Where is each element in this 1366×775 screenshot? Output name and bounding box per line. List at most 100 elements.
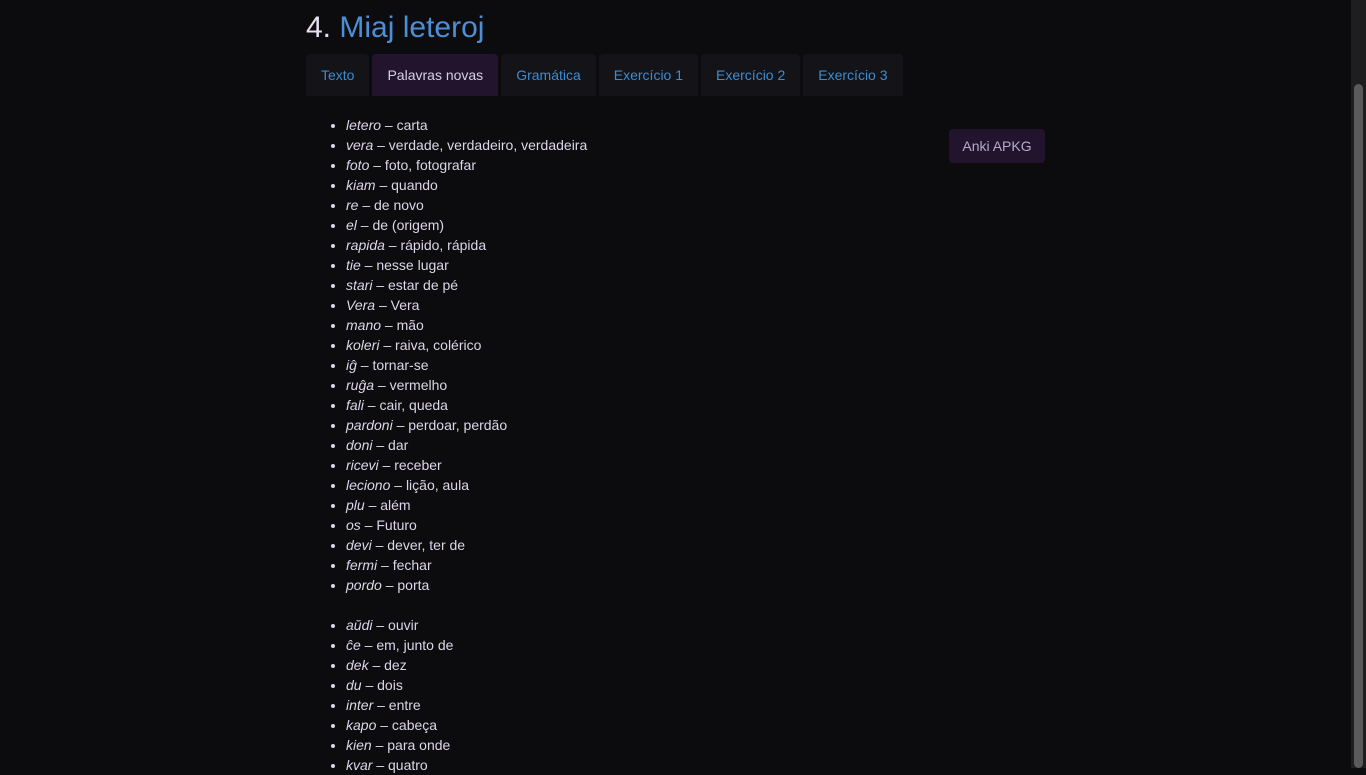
vocabulary-item: re – de novo <box>346 195 587 215</box>
vocabulary-word: mano <box>346 317 382 333</box>
vocabulary-word: ĉe <box>346 637 361 653</box>
vocabulary-translation: – fechar <box>377 557 432 573</box>
vocabulary-word: koleri <box>346 337 380 353</box>
vocabulary-word: ruĝa <box>346 377 375 393</box>
vocabulary-translation: – vermelho <box>374 377 448 393</box>
vocabulary-item: kvar – quatro <box>346 755 587 775</box>
vocabulary-item: Vera – Vera <box>346 295 587 315</box>
vocabulary-list-2: aŭdi – ouvirĉe – em, junto dedek – dezdu… <box>346 615 587 775</box>
tab-texto[interactable]: Texto <box>306 54 370 96</box>
lesson-number: 4. <box>306 11 332 44</box>
vocabulary-translation: – dez <box>368 657 407 673</box>
vocabulary-word: plu <box>346 497 365 513</box>
vocabulary-item: iĝ – tornar-se <box>346 355 587 375</box>
vocabulary-item: koleri – raiva, colérico <box>346 335 587 355</box>
vocabulary-word: foto <box>346 157 370 173</box>
vocabulary-word: stari <box>346 277 373 293</box>
tab-exercicio-3[interactable]: Exercício 3 <box>803 54 903 96</box>
vocabulary-item: rapida – rápido, rápida <box>346 235 587 255</box>
vocabulary-item: kapo – cabeça <box>346 715 587 735</box>
vocabulary-item: ĉe – em, junto de <box>346 635 587 655</box>
vocabulary-word: leciono <box>346 477 391 493</box>
vocabulary-item: ricevi – receber <box>346 455 587 475</box>
vocabulary-translation: – tornar-se <box>356 357 429 373</box>
tab-gramatica[interactable]: Gramática <box>501 54 596 96</box>
vocabulary-translation: – raiva, colérico <box>379 337 482 353</box>
vocabulary-item: vera – verdade, verdadeiro, verdadeira <box>346 135 587 155</box>
vocabulary-list-1: letero – cartavera – verdade, verdadeiro… <box>346 115 587 595</box>
tab-palavras-novas[interactable]: Palavras novas <box>372 54 499 96</box>
vocabulary-item: dek – dez <box>346 655 587 675</box>
vocabulary-word: el <box>346 217 357 233</box>
vocabulary-item: ruĝa – vermelho <box>346 375 587 395</box>
vocabulary-translation: – entre <box>373 697 421 713</box>
vocabulary-item: devi – dever, ter de <box>346 535 587 555</box>
anki-apkg-button[interactable]: Anki APKG <box>949 129 1045 163</box>
vocabulary-item: letero – carta <box>346 115 587 135</box>
vocabulary-translation: – para onde <box>371 737 451 753</box>
vocabulary-item: pordo – porta <box>346 575 587 595</box>
scrollbar-thumb[interactable] <box>1354 84 1363 768</box>
vocabulary-item: stari – estar de pé <box>346 275 587 295</box>
vocabulary-translation: – quando <box>375 177 438 193</box>
page-title: 4. Miaj leteroj <box>306 6 484 50</box>
vocabulary-translation: – dever, ter de <box>371 537 466 553</box>
vocabulary-word: aŭdi <box>346 617 373 633</box>
vocabulary-word: iĝ <box>346 357 357 373</box>
vocabulary-item: kien – para onde <box>346 735 587 755</box>
vocabulary-word: vera <box>346 137 374 153</box>
vocabulary-translation: – em, junto de <box>360 637 454 653</box>
vocabulary-section: letero – cartavera – verdade, verdadeiro… <box>346 115 587 775</box>
vocabulary-translation: – dar <box>372 437 409 453</box>
vocabulary-translation: – foto, fotografar <box>369 157 476 173</box>
vocabulary-translation: – mão <box>381 317 424 333</box>
vocabulary-translation: – cair, queda <box>363 397 448 413</box>
vocabulary-translation: – porta <box>381 577 430 593</box>
vocabulary-translation: – perdoar, perdão <box>392 417 508 433</box>
vocabulary-word: pardoni <box>346 417 393 433</box>
vocabulary-item: leciono – lição, aula <box>346 475 587 495</box>
vocabulary-item: mano – mão <box>346 315 587 335</box>
page-scrollbar[interactable] <box>1351 0 1366 768</box>
vocabulary-item: fermi – fechar <box>346 555 587 575</box>
vocabulary-word: fali <box>346 397 364 413</box>
vocabulary-translation: – além <box>364 497 411 513</box>
vocabulary-word: kvar <box>346 757 373 773</box>
vocabulary-translation: – rápido, rápida <box>384 237 487 253</box>
vocabulary-item: fali – cair, queda <box>346 395 587 415</box>
vocabulary-word: du <box>346 677 362 693</box>
vocabulary-word: kiam <box>346 177 376 193</box>
vocabulary-word: letero <box>346 117 382 133</box>
vocabulary-item: aŭdi – ouvir <box>346 615 587 635</box>
vocabulary-translation: – estar de pé <box>372 277 459 293</box>
vocabulary-translation: – Futuro <box>360 517 417 533</box>
vocabulary-item: foto – foto, fotografar <box>346 155 587 175</box>
vocabulary-word: fermi <box>346 557 378 573</box>
vocabulary-word: os <box>346 517 361 533</box>
vocabulary-translation: – lição, aula <box>390 477 469 493</box>
vocabulary-word: rapida <box>346 237 385 253</box>
tab-exercicio-2[interactable]: Exercício 2 <box>701 54 801 96</box>
vocabulary-item: pardoni – perdoar, perdão <box>346 415 587 435</box>
vocabulary-item: plu – além <box>346 495 587 515</box>
vocabulary-translation: – receber <box>378 457 442 473</box>
vocabulary-translation: – verdade, verdadeiro, verdadeira <box>373 137 588 153</box>
vocabulary-item: el – de (origem) <box>346 215 587 235</box>
vocabulary-item: doni – dar <box>346 435 587 455</box>
vocabulary-item: os – Futuro <box>346 515 587 535</box>
lesson-title: Miaj leteroj <box>339 11 485 44</box>
vocabulary-word: re <box>346 197 359 213</box>
tab-exercicio-1[interactable]: Exercício 1 <box>598 54 699 96</box>
vocabulary-word: tie <box>346 257 361 273</box>
vocabulary-word: doni <box>346 437 373 453</box>
vocabulary-translation: – quatro <box>372 757 428 773</box>
vocabulary-word: Vera <box>346 297 376 313</box>
vocabulary-word: dek <box>346 657 369 673</box>
vocabulary-item: du – dois <box>346 675 587 695</box>
vocabulary-word: pordo <box>346 577 382 593</box>
vocabulary-translation: – dois <box>361 677 403 693</box>
vocabulary-translation: – de (origem) <box>356 217 445 233</box>
tab-bar: Texto Palavras novas Gramática Exercício… <box>306 54 903 96</box>
vocabulary-item: tie – nesse lugar <box>346 255 587 275</box>
vocabulary-word: ricevi <box>346 457 379 473</box>
